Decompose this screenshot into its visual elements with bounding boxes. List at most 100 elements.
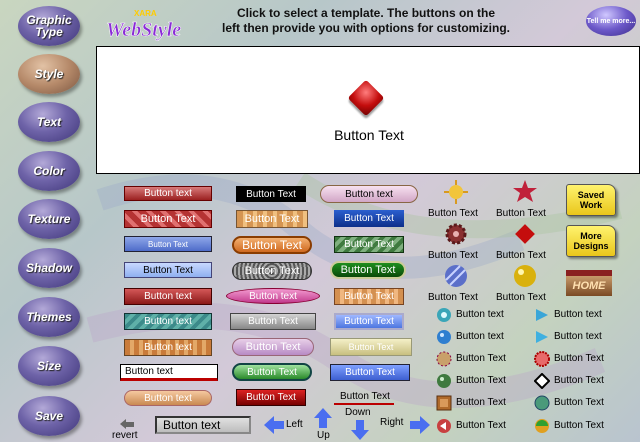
home-button[interactable]: HOME — [566, 270, 612, 296]
up-arrow-icon[interactable] — [314, 408, 332, 428]
template-3-5[interactable]: Button Text — [334, 288, 404, 305]
preview-panel: Button Text — [96, 46, 640, 174]
template-label: Button text — [144, 291, 192, 302]
template-3-6[interactable]: Button Text — [334, 313, 404, 330]
list-item[interactable]: Button text — [456, 331, 504, 342]
list-item[interactable]: Button Text — [554, 375, 604, 386]
nav-style-button[interactable]: Style — [18, 54, 80, 94]
template-1-9[interactable]: Button text — [124, 390, 212, 406]
button-text-field[interactable]: Button text — [155, 416, 251, 434]
saved-work-folder[interactable]: Saved Work — [566, 184, 616, 216]
template-label: Button Text — [344, 239, 394, 250]
list-item[interactable]: Button Text — [456, 420, 506, 431]
nav-label: Text — [36, 115, 62, 129]
logo-brand: XARA — [134, 9, 157, 18]
triangle-icon[interactable] — [534, 307, 550, 323]
diamond-icon[interactable] — [513, 222, 537, 246]
green-ball-icon[interactable] — [436, 373, 452, 389]
revert-button[interactable]: revert — [112, 430, 138, 441]
icon-label: Button Text — [428, 250, 478, 261]
list-item[interactable]: Button text — [554, 309, 602, 320]
template-1-8[interactable]: Button text — [120, 364, 218, 381]
template-1-6[interactable]: Button text — [124, 313, 212, 330]
template-label: Button Text — [344, 213, 394, 224]
template-2-6[interactable]: Button Text — [230, 313, 316, 330]
list-item[interactable]: Button Text — [554, 420, 604, 431]
template-1-4[interactable]: Button Text — [124, 262, 212, 278]
sunflower-icon[interactable] — [436, 351, 452, 367]
list-item[interactable]: Button text — [554, 331, 602, 342]
blue-sphere-icon[interactable] — [436, 329, 452, 345]
template-label: Button Text — [244, 213, 300, 225]
template-2-2[interactable]: Button Text — [236, 210, 308, 228]
green-circle-icon[interactable] — [534, 395, 550, 411]
right-label: Right — [380, 417, 404, 428]
rainbow-ball-icon[interactable] — [534, 418, 550, 434]
triangle-icon[interactable] — [534, 329, 550, 345]
template-2-3[interactable]: Button Text — [232, 236, 312, 254]
template-3-2[interactable]: Button Text — [334, 210, 404, 227]
list-item[interactable]: Button Text — [456, 375, 506, 386]
template-2-5[interactable]: Button text — [226, 288, 320, 304]
down-arrow-icon[interactable] — [351, 420, 369, 440]
template-label: Button Text — [340, 264, 396, 276]
sun-icon[interactable] — [444, 180, 468, 204]
nav-save-button[interactable]: Save — [18, 396, 80, 436]
list-item[interactable]: Button Text — [554, 353, 604, 364]
list-item[interactable]: Button Text — [456, 397, 506, 408]
template-label: Button Text — [247, 366, 297, 378]
left-label: Left — [286, 419, 303, 430]
template-label: Button Text — [242, 238, 302, 252]
template-label: Button Text — [245, 341, 301, 353]
gold-ball-icon[interactable] — [513, 264, 537, 288]
star-burst-icon[interactable] — [513, 180, 537, 204]
template-label: Button text — [125, 366, 173, 377]
nav-texture-button[interactable]: Texture — [18, 199, 80, 239]
template-3-1[interactable]: Button text — [320, 185, 418, 203]
gear-icon[interactable] — [444, 222, 468, 246]
nav-themes-button[interactable]: Themes — [18, 297, 80, 337]
list-item[interactable]: Button Text — [554, 397, 604, 408]
nav-text-button[interactable]: Text — [18, 102, 80, 142]
teal-ring-icon[interactable] — [436, 307, 452, 323]
nav-graphic-type-button[interactable]: Graphic Type — [18, 6, 80, 46]
list-item[interactable]: Button Text — [456, 353, 506, 364]
template-2-7[interactable]: Button Text — [232, 338, 314, 356]
template-1-5[interactable]: Button text — [124, 288, 212, 305]
checkered-icon[interactable] — [534, 373, 550, 389]
wood-square-icon[interactable] — [436, 395, 452, 411]
template-1-3[interactable]: Button Text — [124, 236, 212, 252]
template-3-8[interactable]: Button Text — [330, 364, 410, 381]
red-arrow-icon[interactable] — [436, 418, 452, 434]
tell-me-more-button[interactable]: Tell me more... — [586, 6, 636, 36]
list-item[interactable]: Button text — [456, 309, 504, 320]
icon-label: Button Text — [428, 208, 478, 219]
folder-label: Saved Work — [577, 190, 605, 210]
nav-color-button[interactable]: Color — [18, 151, 80, 191]
template-label: Button text — [144, 342, 192, 353]
template-label: Button Text — [140, 213, 196, 225]
striped-ball-icon[interactable] — [444, 264, 468, 288]
left-arrow-icon[interactable] — [264, 416, 284, 434]
template-label: Button text — [144, 392, 192, 404]
template-2-4[interactable]: Button Text — [232, 262, 312, 280]
right-arrow-icon[interactable] — [410, 416, 430, 434]
template-2-8[interactable]: Button Text — [232, 363, 312, 381]
underline-divider — [334, 403, 394, 405]
template-3-4[interactable]: Button Text — [330, 261, 406, 279]
icon-label: Button Text — [496, 292, 546, 303]
more-designs-folder[interactable]: More Designs — [566, 225, 616, 257]
template-2-1[interactable]: Button Text — [236, 186, 306, 202]
template-3-9[interactable]: Button Text — [340, 391, 390, 402]
template-1-2[interactable]: Button Text — [124, 210, 212, 228]
template-3-7[interactable]: Button Text — [330, 338, 412, 356]
template-label: Button text — [144, 188, 192, 199]
template-1-1[interactable]: Button text — [124, 186, 212, 201]
nav-shadow-button[interactable]: Shadow — [18, 248, 80, 288]
revert-arrow-icon[interactable] — [116, 418, 136, 430]
template-3-3[interactable]: Button Text — [334, 236, 404, 253]
nav-size-button[interactable]: Size — [18, 346, 80, 386]
template-1-7[interactable]: Button text — [124, 339, 212, 356]
template-2-9[interactable]: Button Text — [236, 389, 306, 406]
sunburst-icon[interactable] — [534, 351, 550, 367]
